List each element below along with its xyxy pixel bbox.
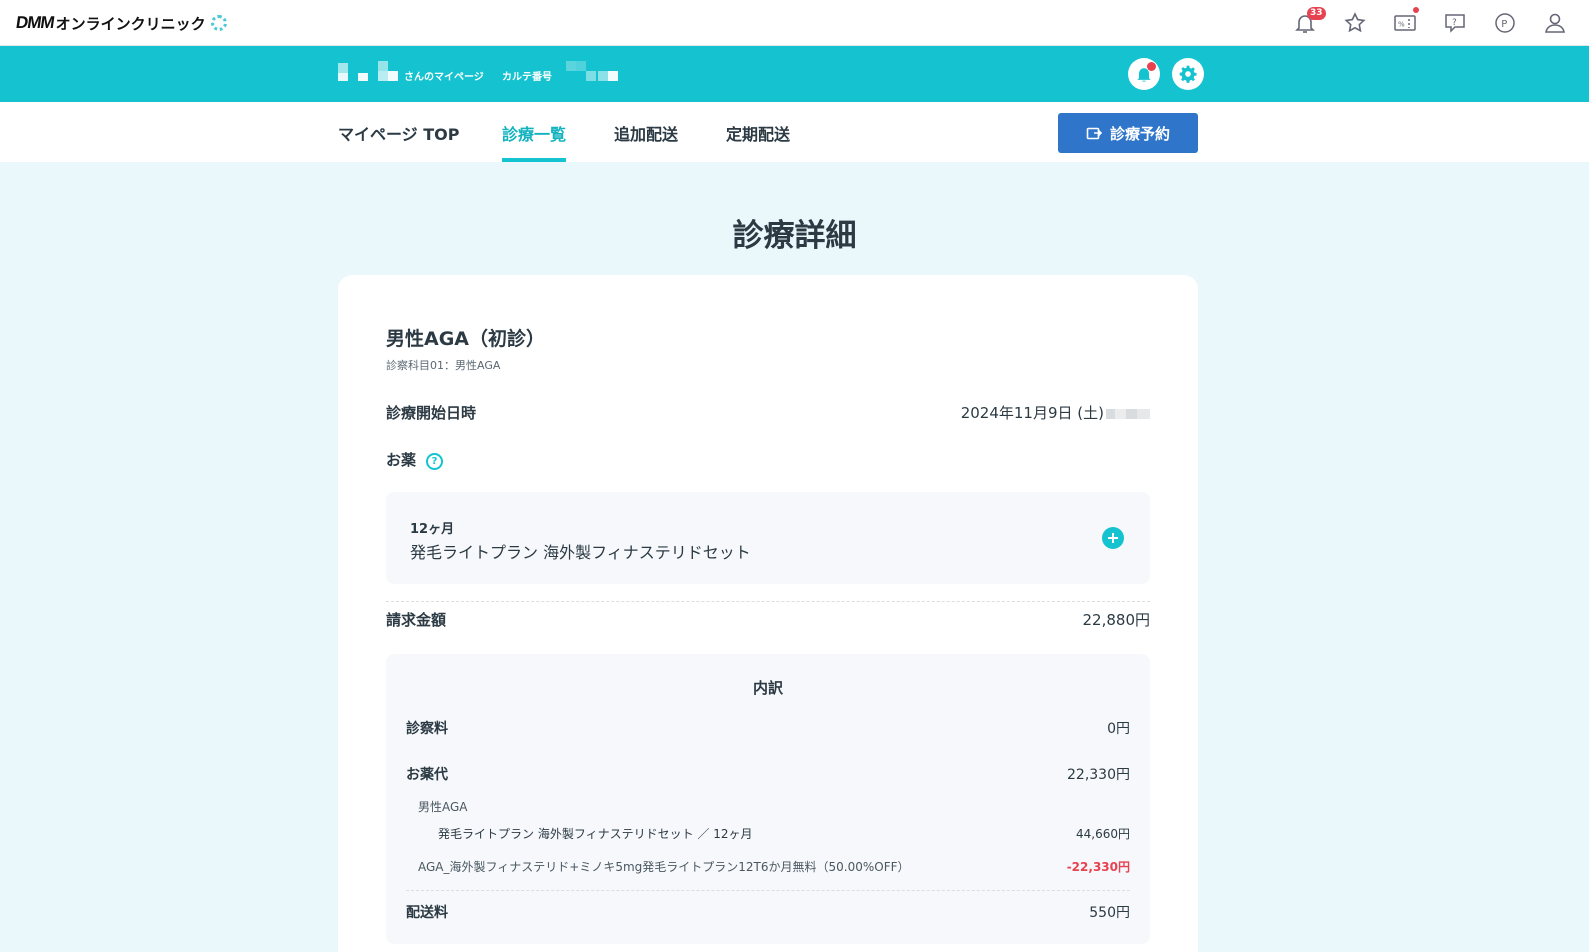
consult-fee-label: 診察料 <box>406 721 448 737</box>
billing-label: 請求金額 <box>386 611 447 629</box>
breakdown-title: 内訳 <box>752 679 783 697</box>
dmm-logo[interactable]: DMM オンラインクリニック <box>14 12 227 34</box>
consultation-title: 男性AGA（初診） <box>386 328 546 350</box>
user-bar: さんのマイページ カルテ番号 <box>0 46 1589 102</box>
svg-text:P: P <box>1501 19 1507 30</box>
consultation-detail-card: 男性AGA（初診） 診察科目01：男性AGA 診療開始日時 2024年11月9日… <box>338 275 1198 952</box>
mypage-nav: マイページ TOP 診療一覧 追加配送 定期配送 診療予約 <box>0 102 1589 162</box>
medicine-fee-label: お薬代 <box>406 767 448 783</box>
coupon-new-dot <box>1413 7 1419 13</box>
start-time-redacted <box>1106 408 1150 419</box>
svg-text:%: % <box>1398 21 1405 29</box>
point-icon[interactable]: P <box>1493 11 1517 35</box>
page-title: 診療詳細 <box>732 218 857 254</box>
settings-button[interactable] <box>1172 58 1204 90</box>
notification-dot <box>1147 62 1156 71</box>
medicine-fee-value: 22,330円 <box>1067 767 1130 783</box>
logo-text: オンラインクリニック <box>55 14 206 33</box>
logo-brand: DMM <box>14 13 56 32</box>
breakdown-box: 内訳 診察料 0円 お薬代 22,330円 男性AGA 発毛ライトプラン 海外製… <box>386 654 1150 944</box>
tab-regular-delivery[interactable]: 定期配送 <box>726 121 790 162</box>
medicine-item-value: 44,660円 <box>1076 827 1130 841</box>
medicine-item-label: 発毛ライトプラン 海外製フィナステリドセット ／ 12ヶ月 <box>438 827 753 841</box>
shipping-fee-value: 550円 <box>1089 905 1130 921</box>
billing-value: 22,880円 <box>1082 611 1151 629</box>
tab-mypage-top[interactable]: マイページ TOP <box>338 121 460 162</box>
start-datetime-label: 診療開始日時 <box>386 404 477 422</box>
consultation-subject: 診察科目01：男性AGA <box>386 359 501 372</box>
bell-icon[interactable]: 33 <box>1293 7 1326 35</box>
medicine-label-row: お薬? <box>386 449 444 470</box>
breakdown-divider <box>406 890 1130 891</box>
discount-value: -22,330円 <box>1066 860 1130 874</box>
medicine-category: 男性AGA <box>418 800 468 814</box>
coupon-icon[interactable]: % <box>1393 7 1419 35</box>
medicine-label: お薬 <box>386 451 417 469</box>
shipping-fee-label: 配送料 <box>406 905 448 921</box>
medicine-item[interactable]: 12ヶ月 発毛ライトプラン 海外製フィナステリドセット <box>386 492 1150 584</box>
expand-plus-icon[interactable] <box>1102 527 1124 549</box>
gear-icon <box>1179 65 1197 83</box>
chart-number-label: カルテ番号 <box>502 72 552 83</box>
question-icon[interactable]: ? <box>426 453 444 470</box>
tab-consultation-list[interactable]: 診療一覧 <box>502 121 567 162</box>
global-header: DMM オンラインクリニック 33 % ? P <box>0 0 1589 46</box>
notification-count-badge: 33 <box>1307 7 1326 20</box>
help-chat-icon[interactable]: ? <box>1443 11 1467 35</box>
medicine-name: 発毛ライトプラン 海外製フィナステリドセット <box>410 543 751 562</box>
divider <box>386 601 1150 602</box>
notification-button[interactable] <box>1128 58 1160 90</box>
user-icon[interactable] <box>1543 11 1567 35</box>
mypage-label: さんのマイページ <box>404 72 484 83</box>
reserve-label: 診療予約 <box>1109 124 1170 143</box>
logo-mark-icon <box>210 15 227 31</box>
tab-additional-delivery[interactable]: 追加配送 <box>614 121 678 162</box>
reserve-button[interactable]: 診療予約 <box>1058 113 1198 153</box>
star-icon[interactable] <box>1343 11 1367 35</box>
start-datetime-value: 2024年11月9日 (土) <box>961 402 1150 423</box>
discount-label: AGA_海外製フィナステリド+ミノキ5mg発毛ライトプラン12T6か月無料（50… <box>418 860 910 874</box>
svg-text:?: ? <box>1452 18 1457 28</box>
start-date: 2024年11月9日 (土) <box>960 404 1104 422</box>
medicine-period: 12ヶ月 <box>410 522 455 537</box>
reserve-icon <box>1086 127 1102 140</box>
consult-fee-value: 0円 <box>1107 721 1130 737</box>
